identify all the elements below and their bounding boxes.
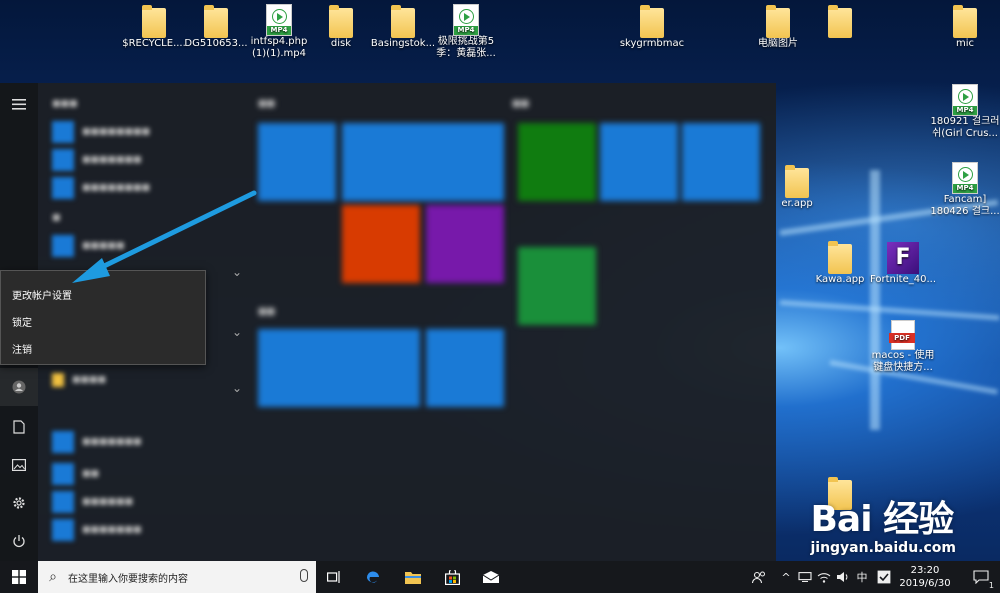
volume-icon[interactable] (834, 561, 852, 593)
taskbar: ⌕ 在这里输入你要搜索的内容 ^ 中 23:20 2019/6/30 1 (0, 561, 1000, 593)
menu-item-change-account-settings[interactable]: 更改帐户设置 (12, 287, 72, 302)
menu-item-lock[interactable]: 锁定 (12, 314, 32, 329)
chevron-down-icon[interactable]: ⌄ (232, 325, 242, 339)
list-item[interactable]: ■■■■ (52, 373, 106, 387)
tile-store[interactable] (258, 329, 420, 407)
mail-icon[interactable] (476, 561, 506, 593)
chevron-down-icon[interactable]: ⌄ (232, 381, 242, 395)
pdf-file-icon: PDF (889, 320, 915, 350)
tile-money[interactable] (518, 247, 596, 325)
list-item[interactable]: ■■■■■ (52, 235, 125, 257)
desktop-icon-mic[interactable]: mic (930, 5, 1000, 50)
folder-icon (204, 5, 228, 38)
people-icon[interactable] (748, 561, 770, 593)
document-icon[interactable] (0, 408, 38, 446)
microphone-icon[interactable] (300, 569, 308, 582)
folder-icon (329, 5, 353, 38)
tile-area: ■■ ■■ ■■ (250, 83, 770, 561)
desktop-icon-pictures[interactable]: 电脑图片 (743, 5, 813, 50)
desktop-icon-macos-pdf[interactable]: PDF macos - 使用键盘快捷方... (868, 320, 938, 374)
account-context-menu: 更改帐户设置 锁定 注销 (0, 270, 206, 365)
watermark-url: jingyan.baidu.com (810, 540, 956, 556)
list-item[interactable]: ■■■■■■■ (52, 149, 142, 171)
desktop-icon-disk[interactable]: disk (306, 5, 376, 50)
chevron-up-icon[interactable]: ^ (778, 561, 794, 593)
taskbar-clock[interactable]: 23:20 2019/6/30 (890, 564, 960, 590)
list-item[interactable]: ■■■■■■■■ (52, 121, 150, 143)
tile-movies[interactable] (600, 123, 678, 201)
power-icon[interactable] (0, 522, 38, 560)
video-file-icon: MP4 (952, 84, 978, 116)
tile-group-header: ■■ (258, 99, 276, 109)
desktop-icon-skygrmbmac[interactable]: skygrmbmac (617, 5, 687, 50)
search-placeholder: 在这里输入你要搜索的内容 (68, 573, 188, 585)
desktop-icon-dg[interactable]: DG510653... (181, 5, 251, 50)
edge-icon[interactable] (358, 561, 388, 593)
search-icon: ⌕ (49, 569, 57, 585)
desktop-icon-fortnite[interactable]: F Fortnite_40... (868, 242, 938, 286)
chevron-down-icon[interactable]: ⌄ (232, 265, 242, 279)
video-file-icon: MP4 (266, 4, 292, 36)
file-explorer-icon[interactable] (398, 561, 428, 593)
tile-calendar[interactable] (258, 123, 336, 201)
picture-icon[interactable] (0, 446, 38, 484)
wifi-icon[interactable] (815, 561, 833, 593)
light-beam (870, 170, 880, 430)
gear-icon[interactable] (0, 484, 38, 522)
store-icon[interactable] (437, 561, 467, 593)
folder-icon (828, 241, 852, 274)
clock-time: 23:20 (910, 565, 940, 576)
user-icon[interactable] (0, 368, 38, 406)
notification-count: 1 (988, 581, 994, 590)
list-item[interactable]: ■■■■■■■ (52, 431, 142, 453)
folder-icon (828, 5, 852, 38)
baidu-jingyan-watermark: Bai 经验 jingyan.baidu.com (810, 490, 956, 556)
list-item[interactable]: ■■■■■■■ (52, 519, 142, 541)
network-icon[interactable] (796, 561, 814, 593)
tile-onenote[interactable] (426, 205, 504, 283)
tile-edge[interactable] (426, 329, 504, 407)
tile-photos[interactable] (682, 123, 760, 201)
desktop-icon-jixian[interactable]: MP4 极限挑战第5季：黄磊张... (431, 4, 501, 60)
tile-xbox[interactable] (518, 123, 596, 201)
task-view-icon[interactable] (320, 561, 348, 593)
tile-group-header: ■■ (258, 307, 276, 317)
watermark-logo: Bai 经验 (810, 499, 954, 540)
start-button[interactable] (0, 561, 38, 593)
folder-icon (391, 5, 415, 38)
video-file-icon: MP4 (952, 162, 978, 194)
tile-mail[interactable] (342, 123, 504, 201)
desktop-icon-fancam[interactable]: MP4 Fancam] 180426 걸크... (930, 162, 1000, 218)
folder-icon (766, 5, 790, 38)
list-item[interactable]: ■■■■■■■■ (52, 177, 150, 199)
fortnite-icon: F (887, 242, 919, 274)
desktop-icon-basingstoke[interactable]: Basingstok... (368, 5, 438, 50)
ime-indicator[interactable]: 中 (853, 561, 871, 593)
taskbar-search-box[interactable]: ⌕ 在这里输入你要搜索的内容 (38, 561, 316, 593)
folder-icon (785, 165, 809, 198)
desktop-icon-intfsp4[interactable]: MP4 intfsp4.php (1)(1).mp4 (244, 4, 314, 60)
folder-icon (640, 5, 664, 38)
folder-icon (142, 5, 166, 38)
list-item[interactable]: ■■ (52, 463, 99, 485)
desktop-icon-folder[interactable] (805, 5, 875, 38)
list-item[interactable]: ■■■■■■ (52, 491, 133, 513)
tile-group-header: ■■ (512, 99, 530, 109)
tile-office[interactable] (342, 205, 420, 283)
menu-item-sign-out[interactable]: 注销 (12, 341, 32, 356)
light-beam (779, 300, 1000, 321)
video-file-icon: MP4 (453, 4, 479, 36)
folder-icon (953, 5, 977, 38)
list-header: ■ (52, 213, 61, 223)
desktop-icon-girlcrush[interactable]: MP4 180921 걸크러쉬(Girl Crus... (930, 84, 1000, 140)
hamburger-icon[interactable] (0, 85, 38, 123)
desktop-icon-recycle[interactable]: $RECYCLE.... (119, 5, 189, 50)
clock-date: 2019/6/30 (899, 578, 951, 589)
desktop-icon-kawa[interactable]: Kawa.app (805, 241, 875, 286)
notification-icon[interactable]: 1 (966, 561, 996, 593)
list-header: ■■■ (52, 99, 78, 109)
